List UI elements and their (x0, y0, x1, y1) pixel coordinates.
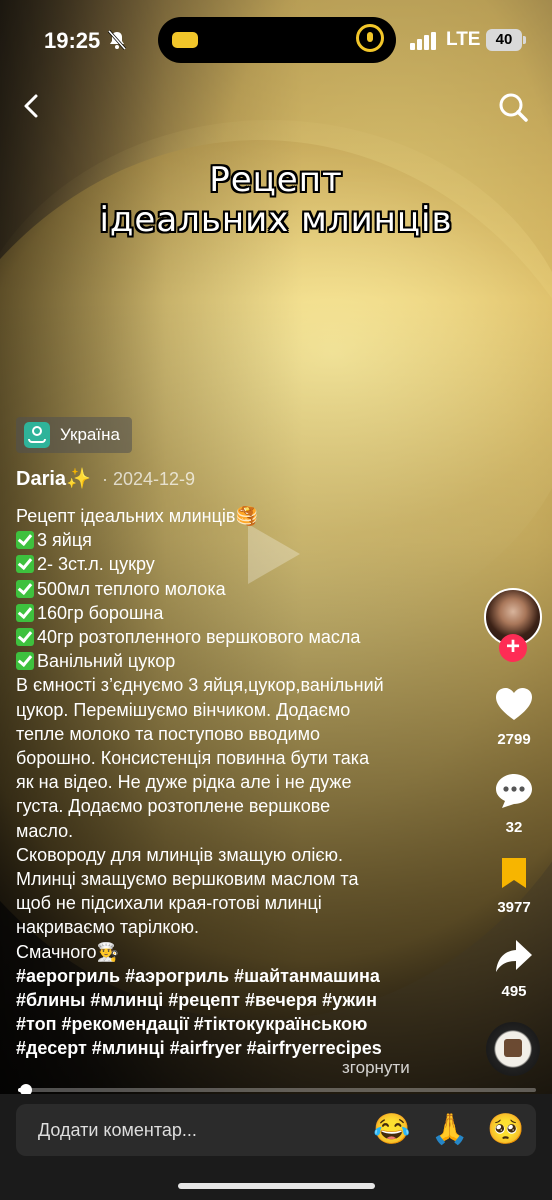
share-count: 495 (501, 983, 527, 1000)
caption-text-line: масло. (16, 820, 74, 841)
network-type: LTE (446, 29, 481, 50)
comment-bubble-icon (496, 774, 532, 808)
video-caption[interactable]: Рецепт ідеальних млинців🥞 3 яйця 2- 3ст.… (16, 504, 426, 1061)
like-count: 2799 (497, 731, 531, 748)
signal-icon (410, 32, 438, 50)
post-date: · 2024-12-9 (102, 469, 196, 489)
hashtags-line[interactable]: #топ #рекомендації #тіктокукраїнською (16, 1012, 426, 1036)
check-icon (16, 555, 34, 574)
caption-text-line: Млинці змащуємо вершковим маслом та (16, 869, 359, 890)
mute-bell-icon (107, 30, 127, 55)
ingredient-item: 40гр розтопленного вершкового масла (16, 625, 426, 649)
location-icon (24, 422, 50, 448)
check-icon (16, 628, 34, 647)
check-icon (16, 652, 34, 671)
caption-text-line: густа. Додаємо розтоплене вершкове (16, 796, 331, 817)
caption-text-line: В ємності з’єднуємо 3 яйця,цукор,ванільн… (16, 675, 384, 696)
ingredient-item: 500мл теплого молока (16, 577, 426, 601)
save-count: 3977 (497, 899, 531, 916)
save-button[interactable]: 3977 (484, 856, 544, 916)
video-title-overlay: Рецепт ідеальних млинців (0, 160, 552, 240)
heart-icon (496, 688, 532, 720)
bookmark-icon (502, 858, 526, 888)
check-icon (16, 579, 34, 598)
dynamic-island[interactable] (158, 17, 396, 63)
like-button[interactable]: 2799 (484, 686, 544, 748)
caption-text-line: як на відео. Не дуже рідка але і не дуже (16, 772, 352, 793)
check-icon (16, 531, 34, 550)
ingredient-item: 160гр борошна (16, 601, 426, 625)
video-title-line: ідеальних млинців (99, 200, 453, 240)
caption-text-line: щоб не підсихали края-готові млинці (16, 893, 322, 914)
share-button[interactable]: 495 (484, 938, 544, 1000)
caption-text-line: Смачного👨‍🍳 (16, 941, 119, 962)
ingredient-item: Ванільний цукор (16, 649, 426, 673)
ingredient-item: 2- 3ст.л. цукру (16, 552, 426, 576)
back-chevron-icon[interactable] (16, 90, 48, 122)
comment-button[interactable]: 32 (484, 772, 544, 836)
pray-emoji-button[interactable]: 🙏 (430, 1110, 470, 1150)
caption-text-line: накриваємо тарілкою. (16, 917, 199, 938)
caption-text-line: цукор. Перемішуємо вінчиком. Додаємо (16, 699, 351, 720)
status-time: 19:25 (44, 28, 101, 53)
share-arrow-icon (496, 940, 532, 972)
video-progress-bar[interactable] (18, 1084, 536, 1096)
search-icon[interactable] (496, 90, 530, 124)
check-icon (16, 603, 34, 622)
collapse-caption-button[interactable]: згорнути (342, 1058, 410, 1078)
laughing-emoji-button[interactable]: 😂 (372, 1110, 412, 1150)
follow-plus-icon[interactable]: + (499, 634, 527, 662)
video-title-line: Рецепт (209, 160, 343, 200)
caption-text-line: тепле молоко та поступово вводимо (16, 723, 320, 744)
author-name[interactable]: Daria✨ (16, 466, 91, 491)
caption-text-line: борошно. Консистенція повинна бути така (16, 748, 370, 769)
hashtags-line[interactable]: #аерогриль #аэрогриль #шайтанмашина (16, 964, 426, 988)
location-pin-icon (356, 24, 384, 52)
car-icon (172, 32, 198, 48)
location-tag[interactable]: Україна (16, 417, 132, 453)
comment-count: 32 (505, 819, 523, 836)
hashtags-line[interactable]: #блины #млинці #рецепт #вечеря #ужин (16, 988, 426, 1012)
ingredient-item: 3 яйця (16, 528, 426, 552)
caption-title: Рецепт ідеальних млинців🥞 (16, 506, 258, 526)
home-indicator (178, 1183, 375, 1189)
status-bar: 19:25 LTE 40 (0, 0, 552, 80)
battery-icon: 40 (486, 29, 526, 51)
caption-text-line: Сковороду для млинців змащую олією. (16, 844, 344, 865)
pleading-emoji-button[interactable]: 🥺 (486, 1110, 526, 1150)
music-disc-icon[interactable] (486, 1022, 540, 1076)
location-label: Україна (60, 425, 120, 444)
comment-placeholder: Додати коментар... (38, 1120, 197, 1140)
